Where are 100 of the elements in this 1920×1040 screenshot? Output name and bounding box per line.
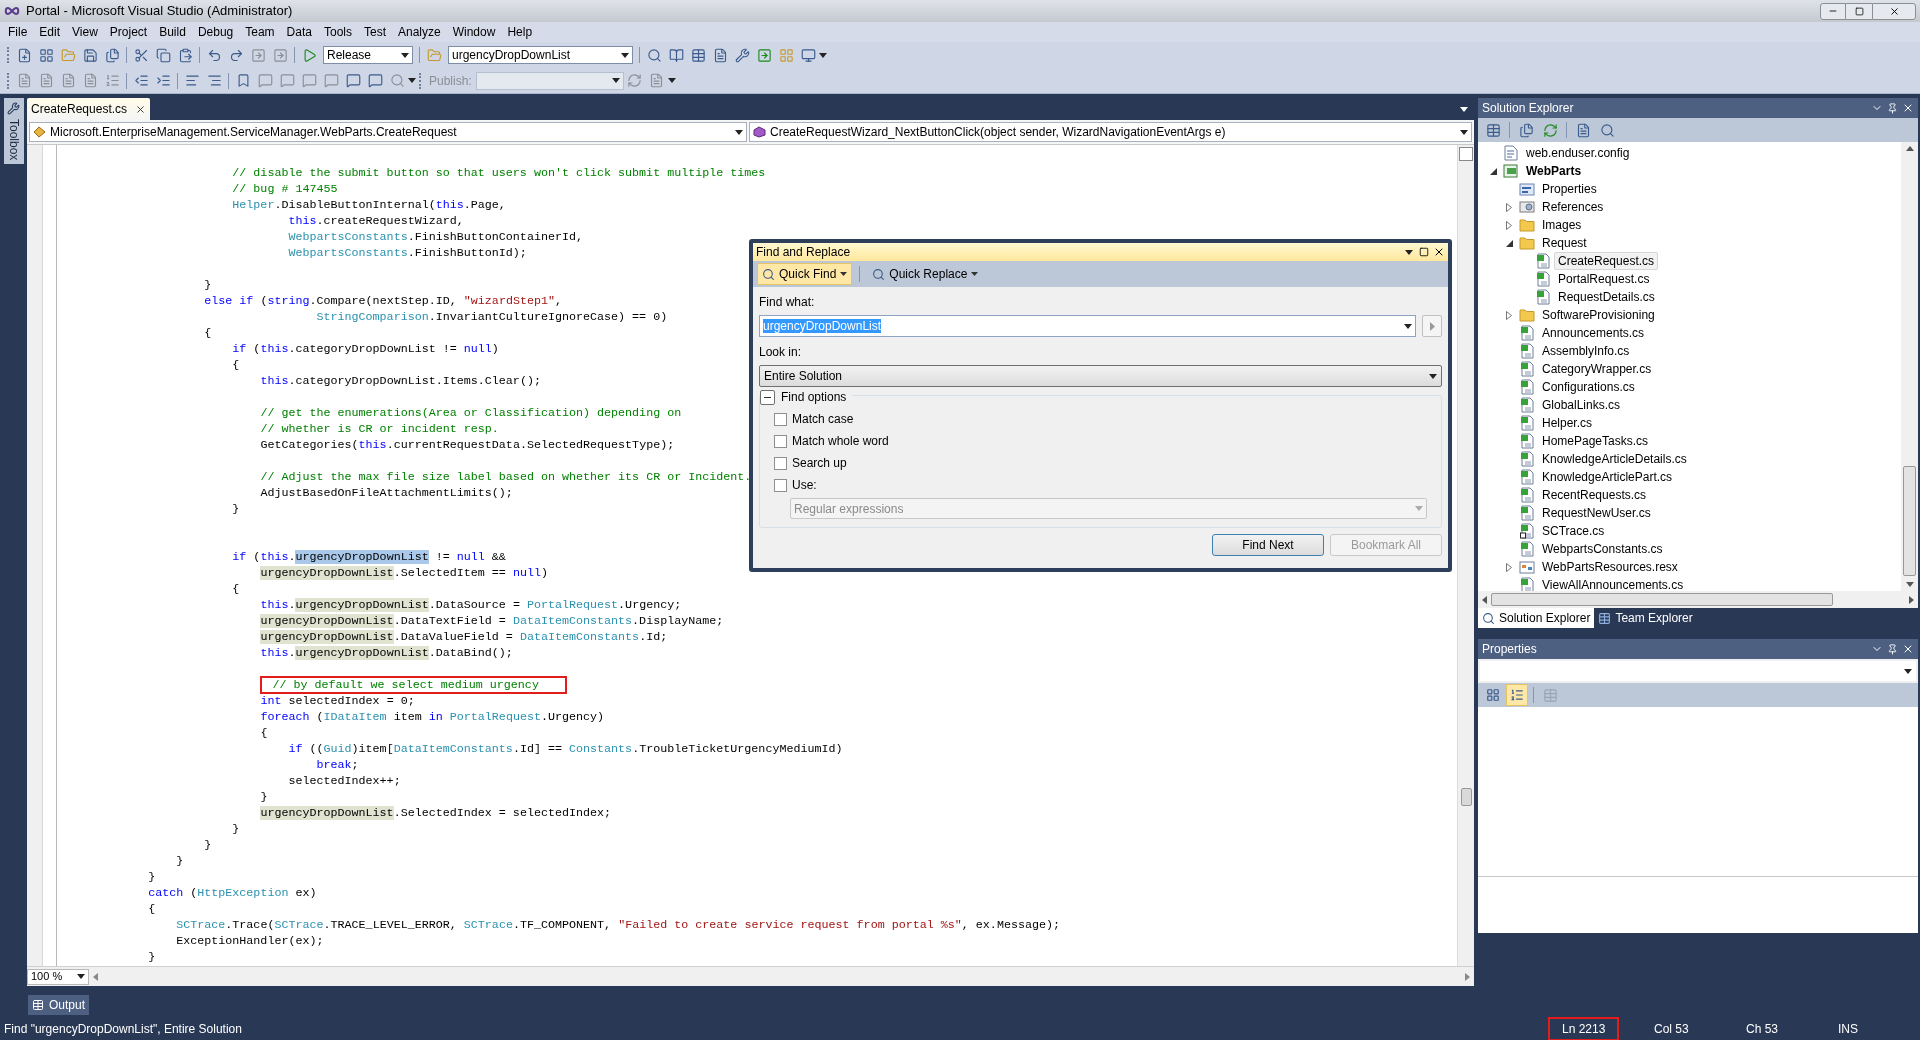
menu-item[interactable]: Analyze — [392, 23, 447, 41]
scroll-down-icon[interactable] — [1905, 582, 1914, 587]
code-line: { — [148, 902, 156, 916]
checkbox[interactable] — [774, 478, 787, 492]
dropdown-arrow-icon — [1904, 668, 1912, 674]
close-icon[interactable] — [1902, 102, 1914, 114]
dropdown-arrow-icon — [1429, 373, 1437, 379]
tree-item[interactable]: WebPartsResources.resx — [1538, 558, 1682, 576]
tree-item[interactable]: RequestDetails.cs — [1554, 288, 1659, 306]
code-line: } — [260, 790, 268, 804]
zoom-dropdown[interactable]: 100 % — [27, 968, 89, 985]
menu-item[interactable]: Project — [103, 23, 154, 41]
code-line: if (this.categoryDropDownList != null) — [232, 342, 499, 356]
menu-item[interactable]: Tools — [317, 23, 358, 41]
grid-icon — [1486, 688, 1500, 702]
scroll-left-icon[interactable] — [93, 972, 98, 981]
tree-item[interactable]: Request — [1538, 234, 1591, 252]
expanded-arrow-icon[interactable] — [1505, 239, 1513, 247]
panel-tab[interactable]: Team Explorer — [1594, 608, 1697, 628]
close-button[interactable] — [1872, 2, 1916, 20]
tree-item[interactable]: WebParts — [1522, 162, 1586, 180]
type-dropdown[interactable]: Microsoft.EnterpriseManagement.ServiceManager.WebParts.CreateRequest — [29, 122, 747, 142]
tree-item[interactable]: KnowledgeArticlePart.cs — [1538, 468, 1677, 486]
checkbox[interactable] — [774, 412, 787, 426]
tree-item[interactable]: RecentRequests.cs — [1538, 486, 1651, 504]
menu-item[interactable]: File — [2, 23, 34, 41]
scroll-right-icon[interactable] — [1909, 595, 1914, 604]
status-item: Ch 53 — [1745, 1020, 1780, 1038]
tree-item[interactable]: Announcements.cs — [1538, 324, 1649, 342]
close-icon[interactable] — [1433, 246, 1445, 258]
menu-item[interactable]: Team — [239, 23, 281, 41]
tree-item[interactable]: CategoryWrapper.cs — [1538, 360, 1656, 378]
mode-button[interactable]: Quick Replace — [867, 263, 984, 285]
collapsed-arrow-icon[interactable] — [1506, 562, 1512, 572]
tree-item[interactable]: ViewAllAnnouncements.cs — [1538, 576, 1688, 591]
menu-item[interactable]: Test — [357, 23, 392, 41]
maximize-icon[interactable] — [1419, 247, 1429, 257]
code-line: StringComparison.InvariantCultureIgnoreCase) == 0) — [316, 310, 668, 324]
minimize-button[interactable] — [1820, 2, 1846, 20]
restore-button[interactable] — [1846, 2, 1872, 20]
menu-item[interactable]: Data — [280, 23, 318, 41]
look-in-dropdown[interactable]: Entire Solution — [759, 365, 1442, 387]
configuration-dropdown[interactable]: Release — [323, 46, 413, 64]
resource-file-icon — [1519, 559, 1535, 575]
sort-alphabetical-button[interactable] — [1506, 684, 1528, 706]
scroll-up-icon[interactable] — [1905, 146, 1914, 151]
mode-button[interactable]: Quick Find — [757, 263, 853, 285]
tree-item[interactable]: Properties — [1538, 180, 1601, 198]
tree-item[interactable]: SCTrace.cs — [1538, 522, 1609, 540]
infinity-logo-icon — [4, 6, 20, 16]
collapse-button[interactable] — [760, 389, 775, 405]
checkbox[interactable] — [774, 456, 787, 470]
code-line: // bug # 147455 — [232, 182, 338, 196]
tree-item[interactable]: HomePageTasks.cs — [1538, 432, 1653, 450]
tree-item[interactable]: Images — [1538, 216, 1586, 234]
expanded-arrow-icon[interactable] — [1489, 167, 1497, 175]
pin-icon[interactable] — [1887, 643, 1898, 655]
tree-item[interactable]: web.enduser.config — [1522, 144, 1634, 162]
class-icon — [33, 126, 46, 138]
folder-icon — [1519, 236, 1535, 250]
scroll-left-icon[interactable] — [1482, 595, 1487, 604]
panel-tab[interactable]: Solution Explorer — [1478, 608, 1595, 628]
tree-item[interactable]: Helper.cs — [1538, 414, 1597, 432]
tree-item[interactable]: Configurations.cs — [1538, 378, 1639, 396]
search-icon — [872, 267, 886, 281]
collapsed-arrow-icon[interactable] — [1506, 310, 1512, 320]
menu-item[interactable]: View — [66, 23, 104, 41]
tree-item[interactable]: RequestNewUser.cs — [1538, 504, 1655, 522]
tree-item[interactable]: KnowledgeArticleDetails.cs — [1538, 450, 1691, 468]
search-icon — [1482, 611, 1495, 625]
code-file-icon — [1536, 289, 1550, 305]
tree-item[interactable]: References — [1538, 198, 1608, 216]
output-tab[interactable]: Output — [28, 995, 90, 1015]
tree-item[interactable]: PortalRequest.cs — [1554, 270, 1654, 288]
find-combo[interactable]: urgencyDropDownList — [448, 46, 633, 64]
tree-item[interactable]: AssemblyInfo.cs — [1538, 342, 1634, 360]
code-file-icon — [1520, 361, 1534, 377]
scroll-right-icon[interactable] — [1465, 972, 1470, 981]
dialog-button[interactable]: Find Next — [1212, 534, 1324, 556]
tree-item[interactable]: SoftwareProvisioning — [1538, 306, 1659, 324]
expression-builder-button[interactable] — [1422, 315, 1442, 337]
member-dropdown[interactable]: CreateRequestWizard_NextButtonClick(object sender, WizardNavigationEventArgs e) — [749, 122, 1472, 142]
menu-item[interactable]: Edit — [33, 23, 67, 41]
tree-item[interactable]: CreateRequest.cs — [1554, 252, 1659, 270]
checkbox-label: Search up — [792, 455, 847, 472]
tree-item[interactable]: WebpartsConstants.cs — [1538, 540, 1667, 558]
checkbox-label: Match case — [792, 411, 854, 428]
menu-item[interactable]: Help — [501, 23, 539, 41]
menu-item[interactable]: Build — [153, 23, 192, 41]
dropdown-arrow-icon[interactable] — [1460, 107, 1468, 112]
menu-item[interactable]: Window — [446, 23, 502, 41]
menu-item[interactable]: Debug — [191, 23, 240, 41]
tree-item[interactable]: GlobalLinks.cs — [1538, 396, 1625, 414]
toolbox-tab[interactable]: Toolbox — [3, 98, 24, 165]
checkbox[interactable] — [774, 434, 787, 448]
close-icon[interactable] — [135, 103, 147, 115]
close-icon[interactable] — [1902, 643, 1914, 655]
document-tab[interactable]: CreateRequest.cs — [27, 98, 151, 120]
pin-icon[interactable] — [1887, 102, 1898, 114]
dropdown-arrow-icon — [77, 974, 85, 979]
